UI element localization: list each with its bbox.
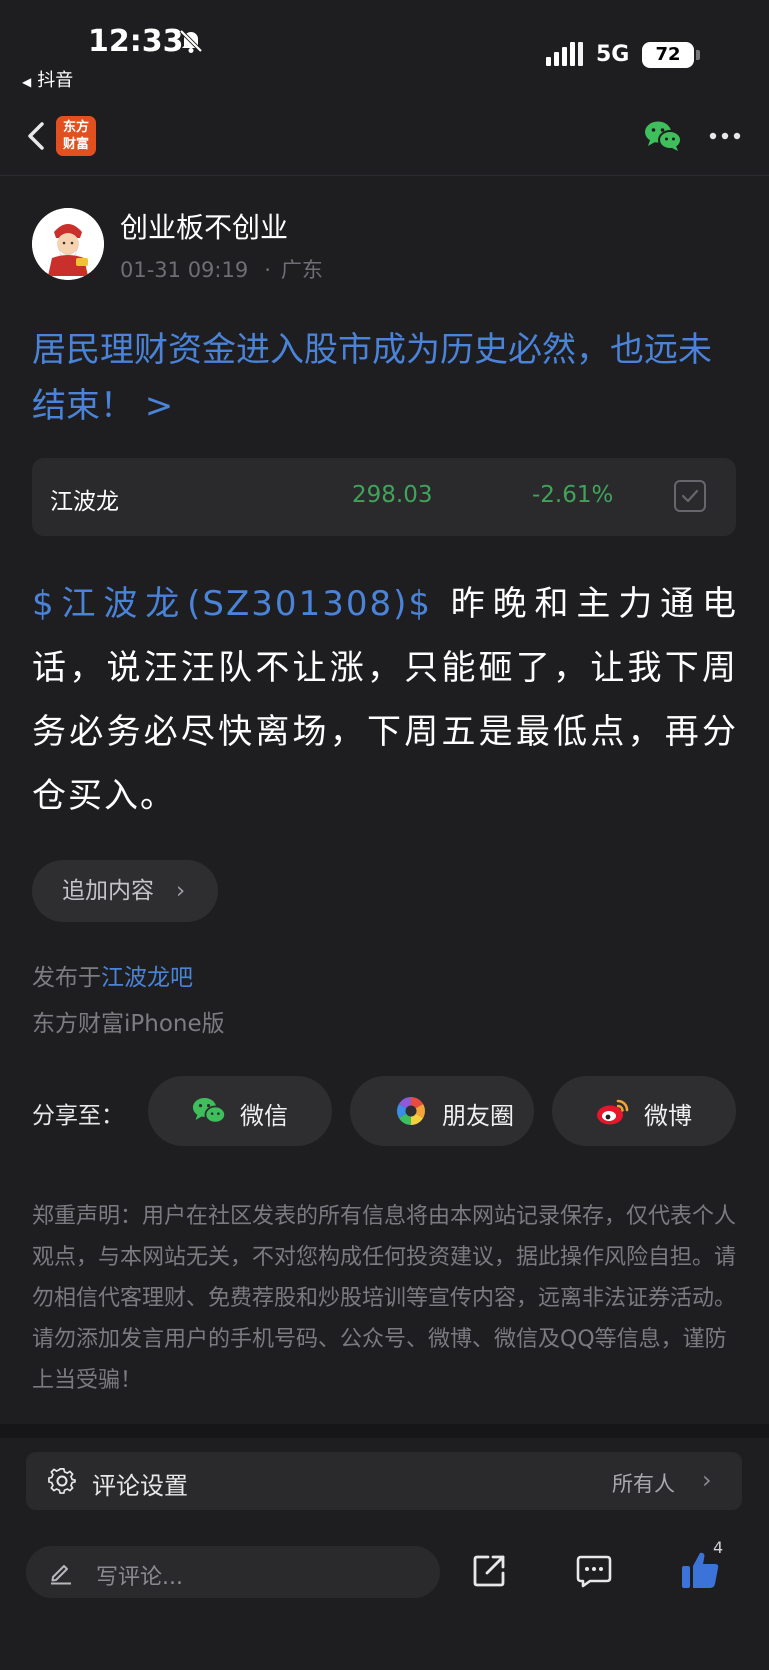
share-weibo-label: 微博: [644, 1102, 692, 1130]
chevron-right-icon: ›: [702, 1466, 712, 1494]
wechat-icon: [192, 1098, 226, 1124]
avatar-figure: [32, 208, 104, 280]
comment-settings-row[interactable]: 评论设置 所有人 ›: [26, 1452, 742, 1510]
stock-tag-link[interactable]: $江波龙(SZ301308)$: [32, 584, 432, 624]
battery-cap: [696, 50, 700, 60]
legal-disclaimer: 郑重声明：用户在社区发表的所有信息将由本网站记录保存，仅代表个人观点，与本网站无…: [32, 1204, 737, 1393]
chevron-right-icon: ›: [176, 878, 186, 904]
nav-bar: 东方 财富: [0, 100, 769, 176]
bell-muted-icon: [179, 29, 203, 53]
share-wechat-button[interactable]: 微信: [148, 1076, 332, 1146]
stock-change: -2.61%: [532, 482, 614, 508]
post-body: $江波龙(SZ301308)$ 昨晚和主力通电话，说汪汪队不让涨，只能砸了，让我…: [32, 572, 738, 828]
post-meta: 01-31 09:19 · 广东: [120, 254, 323, 284]
post-location: 广东: [280, 258, 323, 282]
like-count: 4: [713, 1538, 724, 1557]
post-title-link[interactable]: 居民理财资金进入股市成为历史必然，也远未结束！ >: [32, 322, 742, 434]
share-moments-label: 朋友圈: [442, 1102, 514, 1130]
share-out-icon[interactable]: [472, 1553, 508, 1589]
author-avatar[interactable]: [32, 208, 104, 280]
post-source: 东方财富iPhone版: [32, 1011, 225, 1037]
section-divider: [0, 1424, 769, 1438]
append-content-button[interactable]: 追加内容 ›: [32, 860, 218, 922]
published-in: 发布于江波龙吧: [32, 958, 193, 992]
comment-input[interactable]: 写评论...: [26, 1546, 440, 1598]
eastmoney-logo[interactable]: 东方 财富: [56, 116, 96, 156]
back-arrow-icon[interactable]: [22, 116, 52, 156]
network-type: 5G: [596, 42, 630, 67]
share-moments-button[interactable]: 朋友圈: [350, 1076, 534, 1146]
back-app-label: 抖音: [37, 70, 74, 91]
meta-separator: ·: [264, 258, 271, 282]
back-to-app-link[interactable]: ◀ 抖音: [22, 66, 73, 92]
checkmark-icon: [681, 489, 699, 503]
comment-settings-value: 所有人: [612, 1472, 675, 1496]
battery-level: 72: [642, 42, 694, 68]
comment-settings-label: 评论设置: [92, 1472, 188, 1500]
pencil-icon: [51, 1565, 71, 1585]
comment-bubble-icon[interactable]: [576, 1554, 612, 1588]
weibo-icon: [597, 1099, 629, 1125]
gear-icon: [48, 1468, 76, 1494]
wechat-icon[interactable]: [644, 120, 682, 152]
logo-line2: 财富: [62, 137, 89, 152]
comment-placeholder: 写评论...: [96, 1565, 183, 1590]
status-bar: 12:33 ◀ 抖音 5G 72: [0, 0, 769, 96]
append-content-label: 追加内容: [62, 878, 154, 904]
stock-price: 298.03: [352, 482, 433, 508]
status-time: 12:33: [88, 24, 184, 59]
signal-icon: [546, 42, 583, 66]
share-label: 分享至：: [32, 1103, 124, 1129]
stock-name: 江波龙: [50, 489, 119, 515]
post-time: 01-31 09:19: [120, 258, 249, 282]
watchlist-checkbox[interactable]: [674, 480, 706, 512]
stock-card[interactable]: 江波龙 298.03 -2.61%: [32, 458, 736, 536]
moments-aperture-icon: [397, 1097, 425, 1125]
author-name[interactable]: 创业板不创业: [120, 206, 288, 246]
published-prefix: 发布于: [32, 965, 101, 991]
back-triangle-icon: ◀: [22, 75, 32, 89]
share-weibo-button[interactable]: 微博: [552, 1076, 736, 1146]
more-options-icon[interactable]: [708, 126, 742, 146]
share-wechat-label: 微信: [240, 1102, 288, 1130]
logo-line1: 东方: [62, 120, 89, 135]
forum-link[interactable]: 江波龙吧: [101, 965, 193, 991]
